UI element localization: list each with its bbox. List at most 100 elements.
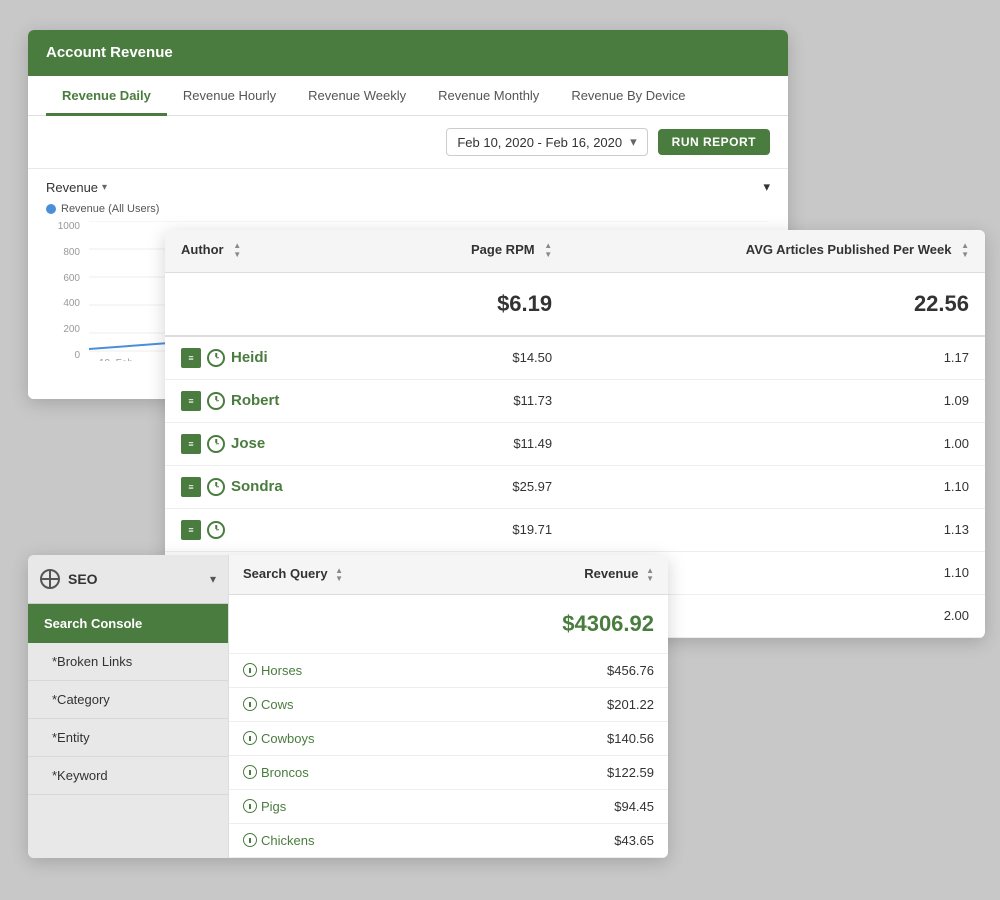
legend-dot bbox=[46, 204, 56, 214]
chevron-down-icon: ▾ bbox=[210, 572, 216, 586]
metric-dropdown-arrow: ▾ bbox=[102, 182, 107, 193]
author-articles-value: 1.10 bbox=[568, 465, 985, 508]
seo-query-cell: Broncos bbox=[229, 755, 456, 789]
seo-revenue-cell: $43.65 bbox=[456, 823, 668, 857]
author-icon-clock bbox=[207, 435, 225, 453]
seo-table-header-row: Search Query ▲ ▼ Revenue ▲ ▼ bbox=[229, 555, 668, 594]
author-cell: ≡ Heidi bbox=[165, 336, 383, 380]
seo-search-console-card: SEO ▾ Search Console *Broken Links *Cate… bbox=[28, 555, 668, 858]
seo-query-cell: Cows bbox=[229, 687, 456, 721]
seo-revenue-cell: $456.76 bbox=[456, 653, 668, 687]
seo-label: SEO bbox=[68, 571, 98, 587]
author-icon-clock bbox=[207, 349, 225, 367]
author-rpm-value: $14.50 bbox=[383, 336, 568, 380]
seo-query-cell: Pigs bbox=[229, 789, 456, 823]
author-articles-value: 1.13 bbox=[568, 508, 985, 551]
chart-options-dropdown[interactable]: ▾ bbox=[763, 179, 770, 195]
revenue-sort[interactable]: ▲ ▼ bbox=[646, 567, 654, 583]
seo-menu-keyword[interactable]: *Keyword bbox=[28, 757, 228, 795]
seo-revenue-cell: $94.45 bbox=[456, 789, 668, 823]
query-clock-icon bbox=[243, 765, 257, 779]
summary-avg-articles: 22.56 bbox=[568, 272, 985, 336]
seo-query-cell: Cowboys bbox=[229, 721, 456, 755]
tab-revenue-monthly[interactable]: Revenue Monthly bbox=[422, 76, 555, 116]
author-icon-box: ≡ bbox=[181, 434, 201, 454]
seo-table-row: Pigs $94.45 bbox=[229, 789, 668, 823]
seo-total-revenue: $4306.92 bbox=[456, 594, 668, 653]
col-author: Author ▲ ▼ bbox=[165, 230, 383, 272]
author-rpm-value: $19.71 bbox=[383, 508, 568, 551]
col-revenue: Revenue ▲ ▼ bbox=[456, 555, 668, 594]
date-range-arrow: ▾ bbox=[630, 134, 637, 150]
seo-table: Search Query ▲ ▼ Revenue ▲ ▼ bbox=[229, 555, 668, 858]
chart-controls: Revenue ▾ ▾ bbox=[46, 179, 770, 195]
author-rpm-value: $11.49 bbox=[383, 422, 568, 465]
table-row: ≡ Jose $11.49 1.00 bbox=[165, 422, 985, 465]
author-cell: ≡ Jose bbox=[165, 422, 383, 465]
seo-sidebar: SEO ▾ Search Console *Broken Links *Cate… bbox=[28, 555, 228, 858]
card-header: Account Revenue bbox=[28, 30, 788, 76]
date-range-value: Feb 10, 2020 - Feb 16, 2020 bbox=[457, 135, 622, 150]
tab-revenue-weekly[interactable]: Revenue Weekly bbox=[292, 76, 422, 116]
rpm-sort[interactable]: ▲ ▼ bbox=[544, 242, 552, 260]
card-title: Account Revenue bbox=[46, 44, 173, 61]
y-axis-labels: 1000 800 600 400 200 0 bbox=[46, 221, 84, 361]
col-page-rpm: Page RPM ▲ ▼ bbox=[383, 230, 568, 272]
tab-revenue-daily[interactable]: Revenue Daily bbox=[46, 76, 167, 116]
globe-icon bbox=[40, 569, 60, 589]
revenue-tabs: Revenue Daily Revenue Hourly Revenue Wee… bbox=[28, 76, 788, 116]
seo-menu-entity[interactable]: *Entity bbox=[28, 719, 228, 757]
summary-rpm: $6.19 bbox=[383, 272, 568, 336]
seo-revenue-cell: $140.56 bbox=[456, 721, 668, 755]
seo-table-row: Cows $201.22 bbox=[229, 687, 668, 721]
author-articles-value: 1.09 bbox=[568, 379, 985, 422]
seo-menu-category[interactable]: *Category bbox=[28, 681, 228, 719]
author-rpm-value: $11.73 bbox=[383, 379, 568, 422]
seo-menu-search-console[interactable]: Search Console bbox=[28, 604, 228, 643]
seo-query-cell: Chickens bbox=[229, 823, 456, 857]
date-range-selector[interactable]: Feb 10, 2020 - Feb 16, 2020 ▾ bbox=[446, 128, 647, 156]
query-clock-icon bbox=[243, 663, 257, 677]
author-articles-value: 1.00 bbox=[568, 422, 985, 465]
query-clock-icon bbox=[243, 731, 257, 745]
summary-row: $6.19 22.56 bbox=[165, 272, 985, 336]
tab-revenue-hourly[interactable]: Revenue Hourly bbox=[167, 76, 292, 116]
table-row: ≡ Robert $11.73 1.09 bbox=[165, 379, 985, 422]
seo-table-row: Chickens $43.65 bbox=[229, 823, 668, 857]
seo-revenue-cell: $201.22 bbox=[456, 687, 668, 721]
seo-main-content: Search Query ▲ ▼ Revenue ▲ ▼ bbox=[228, 555, 668, 858]
author-icon-box: ≡ bbox=[181, 391, 201, 411]
table-header-row: Author ▲ ▼ Page RPM ▲ ▼ AVG Articles Pub… bbox=[165, 230, 985, 272]
search-query-sort[interactable]: ▲ ▼ bbox=[335, 567, 343, 583]
author-rpm-value: $25.97 bbox=[383, 465, 568, 508]
seo-menu-broken-links[interactable]: *Broken Links bbox=[28, 643, 228, 681]
author-cell: ≡ Sondra bbox=[165, 465, 383, 508]
col-avg-articles: AVG Articles Published Per Week ▲ ▼ bbox=[568, 230, 985, 272]
seo-query-cell: Horses bbox=[229, 653, 456, 687]
author-cell: ≡ Robert bbox=[165, 379, 383, 422]
author-icon-box: ≡ bbox=[181, 477, 201, 497]
seo-summary-row: $4306.92 bbox=[229, 594, 668, 653]
seo-table-row: Cowboys $140.56 bbox=[229, 721, 668, 755]
table-row: ≡ $19.71 1.13 bbox=[165, 508, 985, 551]
author-icon-clock bbox=[207, 392, 225, 410]
metric-dropdown[interactable]: Revenue ▾ bbox=[46, 180, 107, 195]
seo-table-row: Horses $456.76 bbox=[229, 653, 668, 687]
svg-text:10. Feb: 10. Feb bbox=[99, 358, 133, 361]
author-icon-box: ≡ bbox=[181, 348, 201, 368]
author-cell: ≡ bbox=[165, 508, 383, 551]
table-row: ≡ Sondra $25.97 1.10 bbox=[165, 465, 985, 508]
author-articles-value: 1.17 bbox=[568, 336, 985, 380]
author-sort[interactable]: ▲ ▼ bbox=[233, 242, 241, 260]
seo-sidebar-header[interactable]: SEO ▾ bbox=[28, 555, 228, 604]
seo-revenue-cell: $122.59 bbox=[456, 755, 668, 789]
tab-revenue-by-device[interactable]: Revenue By Device bbox=[555, 76, 701, 116]
author-icon-clock bbox=[207, 521, 225, 539]
summary-author-cell bbox=[165, 272, 383, 336]
chart-legend: Revenue (All Users) bbox=[46, 203, 770, 215]
query-clock-icon bbox=[243, 697, 257, 711]
query-clock-icon bbox=[243, 833, 257, 847]
author-icon-box: ≡ bbox=[181, 520, 201, 540]
run-report-button[interactable]: RUN REPORT bbox=[658, 129, 770, 155]
articles-sort[interactable]: ▲ ▼ bbox=[961, 242, 969, 260]
